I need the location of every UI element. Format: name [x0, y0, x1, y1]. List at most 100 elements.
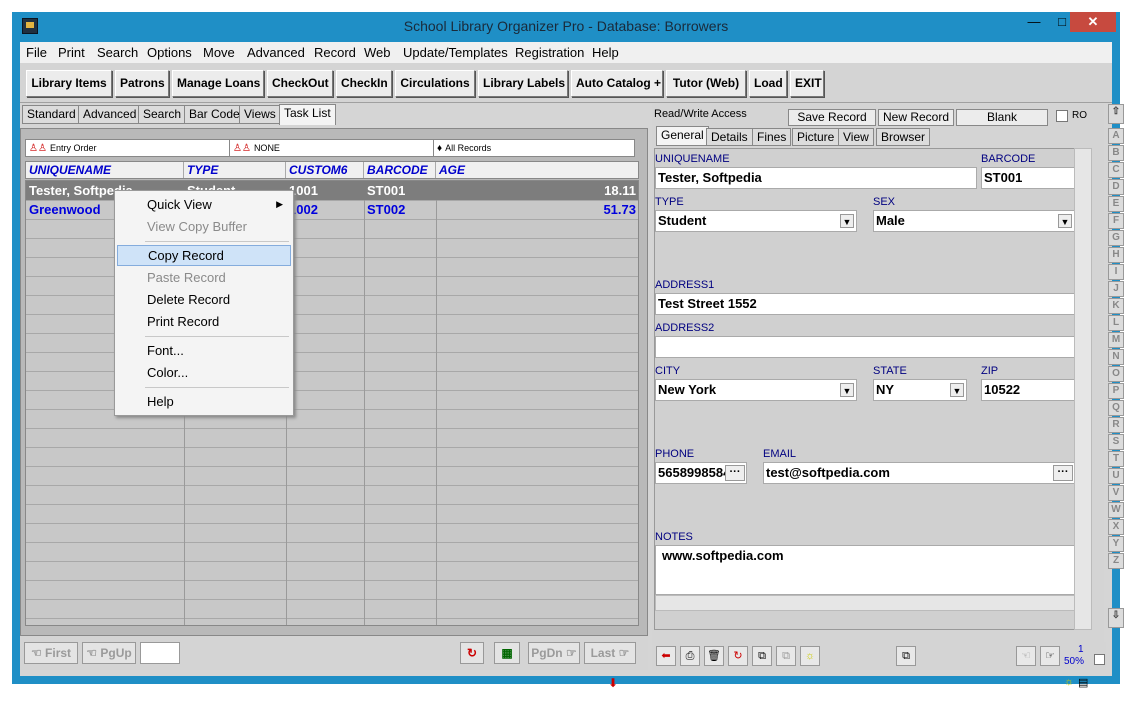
printer-icon[interactable]: ⎙: [680, 646, 700, 666]
form-vscrollbar[interactable]: [1074, 148, 1092, 630]
tutor-web-button[interactable]: Tutor (Web): [666, 70, 746, 97]
col-type[interactable]: TYPE: [184, 162, 286, 178]
tab-fines[interactable]: Fines: [752, 128, 792, 146]
refresh-icon[interactable]: ↻: [728, 646, 748, 666]
pgdn-button[interactable]: PgDn ☞: [528, 642, 580, 664]
library-labels-button[interactable]: Library Labels: [478, 70, 568, 97]
tab-search[interactable]: Search: [138, 105, 187, 124]
menu-move[interactable]: Move: [203, 45, 235, 60]
lightbulb-icon[interactable]: ☼: [800, 646, 820, 666]
alpha-p[interactable]: P: [1108, 383, 1124, 399]
col-age[interactable]: AGE: [436, 162, 638, 178]
alpha-o[interactable]: O: [1108, 366, 1124, 382]
alpha-i[interactable]: I: [1108, 264, 1124, 280]
alpha-z[interactable]: Z: [1108, 553, 1124, 569]
tab-general[interactable]: General: [656, 126, 709, 146]
scroll-down-icon[interactable]: ⇩: [1108, 608, 1124, 628]
alpha-f[interactable]: F: [1108, 213, 1124, 229]
col-barcode[interactable]: BARCODE: [364, 162, 436, 178]
alpha-q[interactable]: Q: [1108, 400, 1124, 416]
menu-record[interactable]: Record: [314, 45, 356, 60]
menu-options[interactable]: Options: [147, 45, 192, 60]
phone-field[interactable]: 5658998584 ···: [655, 462, 747, 484]
hand-right-icon[interactable]: ☞: [1040, 646, 1060, 666]
save-record-button[interactable]: Save Record: [788, 109, 876, 126]
menu-help[interactable]: Help: [592, 45, 619, 60]
menu-font[interactable]: Font...: [117, 340, 291, 361]
alpha-r[interactable]: R: [1108, 417, 1124, 433]
paste-icon[interactable]: ⧉: [776, 646, 796, 666]
phone-lookup-button[interactable]: ···: [725, 465, 745, 481]
menu-update-templates[interactable]: Update/Templates: [403, 45, 508, 60]
menu-delete-record[interactable]: Delete Record: [117, 289, 291, 310]
exit-button[interactable]: EXIT: [790, 70, 824, 97]
email-lookup-button[interactable]: ···: [1053, 465, 1073, 481]
alpha-c[interactable]: C: [1108, 162, 1124, 178]
load-button[interactable]: Load: [749, 70, 787, 97]
notes-hscroll[interactable]: [655, 595, 1077, 611]
menu-view-copy-buffer[interactable]: View Copy Buffer: [117, 216, 291, 237]
menu-web[interactable]: Web: [364, 45, 391, 60]
tab-standard[interactable]: Standard: [22, 105, 81, 124]
export-icon[interactable]: ⧉: [896, 646, 916, 666]
menu-registration[interactable]: Registration: [515, 45, 584, 60]
tab-view[interactable]: View: [838, 128, 874, 146]
alpha-x[interactable]: X: [1108, 519, 1124, 535]
email-field[interactable]: test@softpedia.com ···: [763, 462, 1075, 484]
alpha-t[interactable]: T: [1108, 451, 1124, 467]
alpha-g[interactable]: G: [1108, 230, 1124, 246]
alpha-y[interactable]: Y: [1108, 536, 1124, 552]
alpha-m[interactable]: M: [1108, 332, 1124, 348]
state-select[interactable]: NY ▼: [873, 379, 967, 401]
alpha-b[interactable]: B: [1108, 145, 1124, 161]
minimize-button[interactable]: —: [1020, 12, 1048, 32]
address1-field[interactable]: Test Street 1552: [655, 293, 1077, 315]
city-select[interactable]: New York ▼: [655, 379, 857, 401]
alpha-n[interactable]: N: [1108, 349, 1124, 365]
menu-search[interactable]: Search: [97, 45, 138, 60]
tab-details[interactable]: Details: [706, 128, 753, 146]
alpha-k[interactable]: K: [1108, 298, 1124, 314]
records-selector[interactable]: ♦ All Records: [434, 140, 634, 156]
zip-field[interactable]: 10522: [981, 379, 1077, 401]
pgup-button[interactable]: ☜ PgUp: [82, 642, 136, 664]
alpha-h[interactable]: H: [1108, 247, 1124, 263]
notes-field[interactable]: www.softpedia.com: [655, 545, 1077, 595]
menu-print[interactable]: Print: [58, 45, 85, 60]
close-button[interactable]: ✕: [1070, 12, 1116, 32]
grid-view-icon[interactable]: ▦: [494, 642, 520, 664]
menu-file[interactable]: File: [26, 45, 47, 60]
menu-advanced[interactable]: Advanced: [247, 45, 305, 60]
menu-copy-record[interactable]: Copy Record: [117, 245, 291, 266]
checkout-button[interactable]: CheckOut: [267, 70, 333, 97]
menu-paste-record[interactable]: Paste Record: [117, 267, 291, 288]
first-button[interactable]: ☜ First: [24, 642, 78, 664]
scroll-up-icon[interactable]: ⇧: [1108, 104, 1124, 124]
record-number-input[interactable]: [140, 642, 180, 664]
filter-selector[interactable]: ♙♙ NONE: [230, 140, 434, 156]
address2-field[interactable]: [655, 336, 1077, 358]
last-button[interactable]: Last ☞: [584, 642, 636, 664]
alpha-e[interactable]: E: [1108, 196, 1124, 212]
menu-color[interactable]: Color...: [117, 362, 291, 383]
copy-icon[interactable]: ⧉: [752, 646, 772, 666]
new-record-button[interactable]: New Record: [878, 109, 954, 126]
tab-views[interactable]: Views: [239, 105, 281, 124]
ro-checkbox[interactable]: [1056, 110, 1068, 122]
uniquename-field[interactable]: Tester, Softpedia: [655, 167, 977, 189]
patrons-button[interactable]: Patrons: [115, 70, 169, 97]
arrow-left-icon[interactable]: ⬅: [656, 646, 676, 666]
alpha-v[interactable]: V: [1108, 485, 1124, 501]
alpha-s[interactable]: S: [1108, 434, 1124, 450]
col-custom6[interactable]: CUSTOM6: [286, 162, 364, 178]
auto-catalog-button[interactable]: Auto Catalog +: [571, 70, 663, 97]
alpha-l[interactable]: L: [1108, 315, 1124, 331]
alpha-j[interactable]: J: [1108, 281, 1124, 297]
tab-picture[interactable]: Picture: [792, 128, 840, 146]
menu-help-item[interactable]: Help: [117, 391, 291, 412]
alpha-w[interactable]: W: [1108, 502, 1124, 518]
barcode-field[interactable]: ST001: [981, 167, 1077, 189]
sex-select[interactable]: Male ▼: [873, 210, 1075, 232]
alpha-d[interactable]: D: [1108, 179, 1124, 195]
tab-task-list[interactable]: Task List: [279, 104, 336, 125]
